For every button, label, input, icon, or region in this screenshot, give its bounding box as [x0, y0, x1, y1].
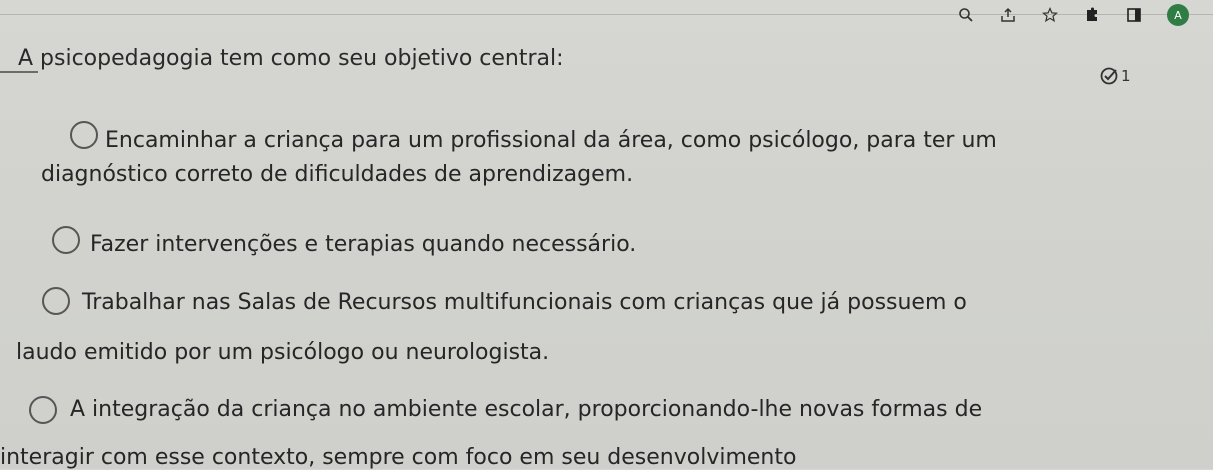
extension-icon[interactable] — [1083, 6, 1101, 24]
option-d-line2: interagir com esse contexto, sempre com … — [0, 445, 797, 470]
check-circle-icon — [1100, 67, 1118, 85]
radio-option-a[interactable] — [70, 121, 98, 149]
option-a-line2: diagnóstico correto de dificuldades de a… — [41, 162, 634, 187]
attempts-indicator: 1 — [1099, 66, 1131, 86]
option-b-line1: Fazer intervenções e terapias quando nec… — [90, 232, 637, 257]
question-text: A psicopedagogia tem como seu objetivo c… — [18, 46, 564, 71]
option-a-line1: Encaminhar a criança para um profissiona… — [105, 128, 997, 153]
radio-option-b[interactable] — [52, 226, 80, 254]
share-icon[interactable] — [999, 6, 1017, 24]
left-edge-divider — [0, 71, 38, 73]
option-d-line1: A integração da criança no ambiente esco… — [70, 397, 983, 422]
attempts-count: 1 — [1121, 67, 1131, 85]
radio-option-c[interactable] — [42, 287, 70, 315]
zoom-icon[interactable] — [957, 6, 975, 24]
option-c-line1: Trabalhar nas Salas de Recursos multifun… — [82, 290, 967, 315]
star-icon[interactable] — [1041, 6, 1059, 24]
option-c-line2: laudo emitido por um psicólogo ou neurol… — [16, 340, 550, 365]
profile-avatar[interactable]: A — [1167, 4, 1189, 26]
radio-option-d[interactable] — [29, 396, 57, 424]
sidebar-icon[interactable] — [1125, 6, 1143, 24]
browser-toolbar: A — [957, 0, 1189, 30]
